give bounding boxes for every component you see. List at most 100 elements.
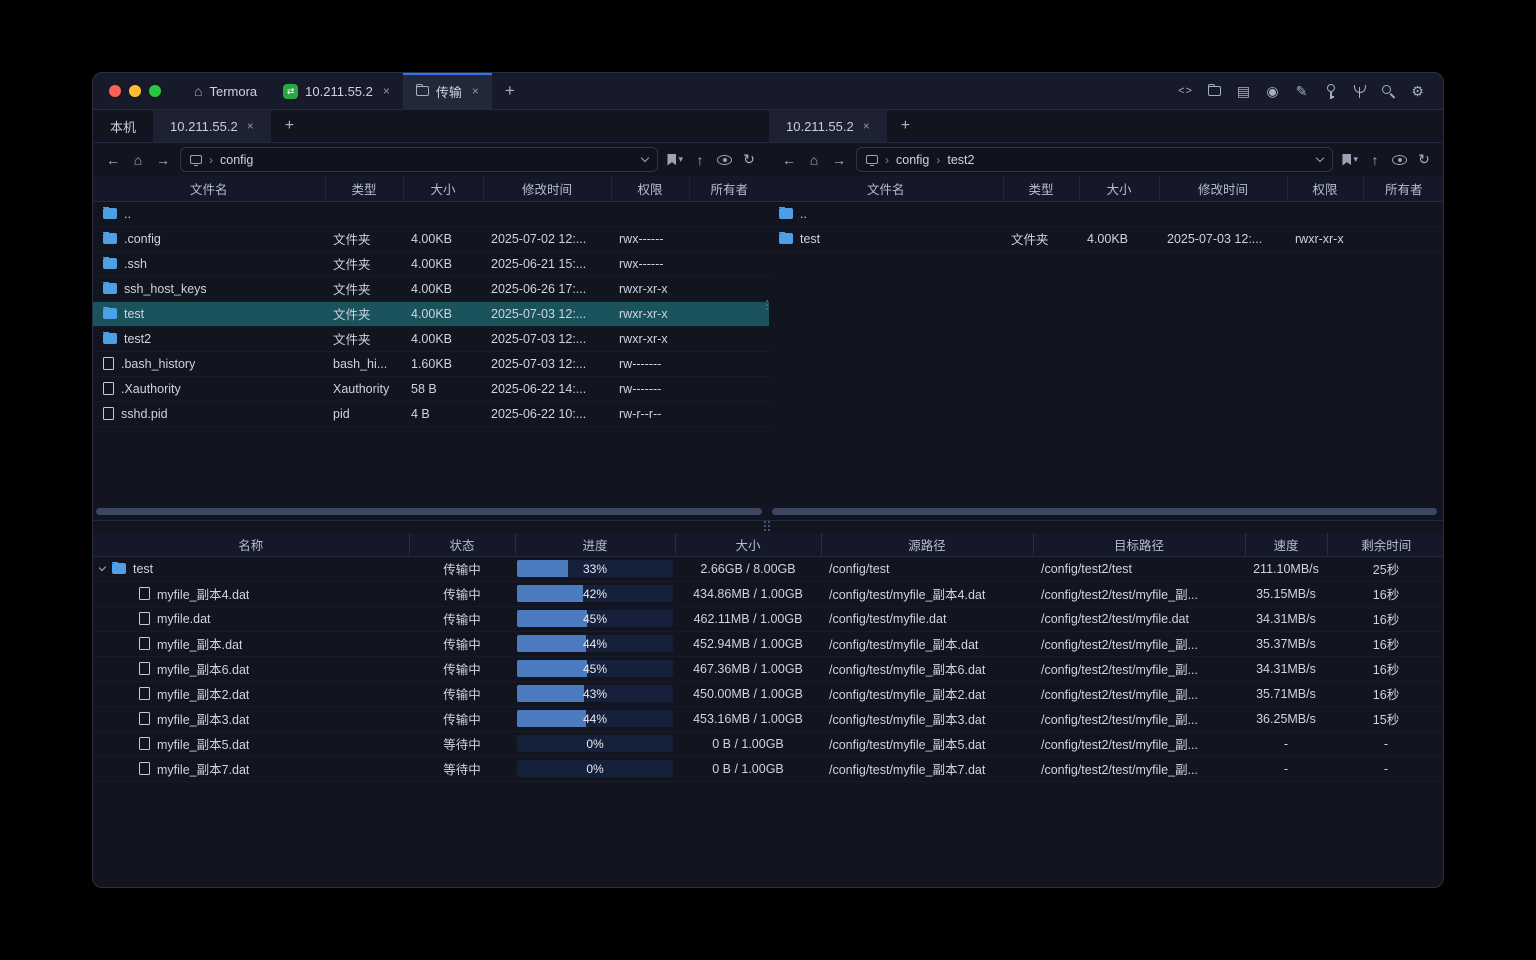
refresh-button[interactable]: ↻ [741, 151, 757, 168]
new-tab-button[interactable]: + [271, 110, 308, 142]
column-header-owner[interactable]: 所有者 [689, 176, 769, 201]
tab-termora[interactable]: ⌂ Termora [181, 73, 270, 109]
tab-ssh-host[interactable]: ⇄ 10.211.55.2 × [270, 73, 403, 109]
upload-button[interactable]: ↑ [1367, 152, 1383, 168]
column-header-name[interactable]: 名称 [93, 533, 409, 556]
breadcrumb-segment[interactable]: config [896, 153, 929, 167]
transfer-row[interactable]: myfile_副本.dat 传输中 44% 452.94MB / 1.00GB … [93, 631, 1443, 656]
file-row[interactable]: .Xauthority Xauthority 58 B 2025-06-22 1… [93, 376, 769, 401]
transfer-row[interactable]: myfile.dat 传输中 45% 462.11MB / 1.00GB /co… [93, 606, 1443, 631]
column-header-eta[interactable]: 剩余时间 [1327, 533, 1443, 556]
back-button[interactable]: ← [105, 152, 121, 168]
horizontal-scrollbar[interactable] [772, 508, 1437, 515]
file-row[interactable]: .bash_history bash_hi... 1.60KB 2025-07-… [93, 351, 769, 376]
tab-transfer[interactable]: 传输 × [403, 73, 492, 109]
tab-remote-host[interactable]: 10.211.55.2 × [153, 110, 271, 142]
column-header-size[interactable]: 大小 [1079, 176, 1159, 201]
new-tab-button[interactable]: + [492, 73, 528, 109]
file-row[interactable]: sshd.pid pid 4 B 2025-06-22 10:... rw-r-… [93, 401, 769, 426]
transfer-status: 传输中 [409, 706, 515, 731]
new-tab-button[interactable]: + [887, 110, 924, 142]
transfer-splitter[interactable] [93, 520, 1443, 533]
home-button[interactable]: ⌂ [806, 152, 822, 168]
column-header-perm[interactable]: 权限 [1287, 176, 1363, 201]
file-row-selected[interactable]: test 文件夹 4.00KB 2025-07-03 12:... rwxr-x… [93, 301, 769, 326]
branch-icon[interactable] [1350, 82, 1369, 101]
transfer-row[interactable]: myfile_副本6.dat 传输中 45% 467.36MB / 1.00GB… [93, 656, 1443, 681]
file-owner [689, 301, 769, 326]
record-icon[interactable]: ◉ [1263, 82, 1282, 101]
path-breadcrumb[interactable]: › config [180, 147, 658, 172]
file-row[interactable]: test 文件夹 4.00KB 2025-07-03 12:... rwxr-x… [769, 226, 1444, 251]
file-row[interactable]: .config 文件夹 4.00KB 2025-07-02 12:... rwx… [93, 226, 769, 251]
progress-bar: 44% [517, 710, 673, 727]
transfer-row[interactable]: myfile_副本3.dat 传输中 44% 453.16MB / 1.00GB… [93, 706, 1443, 731]
scrollbar-thumb[interactable] [772, 508, 1437, 515]
column-header-target[interactable]: 目标路径 [1033, 533, 1245, 556]
transfer-row[interactable]: myfile_副本7.dat 等待中 0% 0 B / 1.00GB /conf… [93, 756, 1443, 781]
forward-button[interactable]: → [831, 152, 847, 168]
bookmark-button[interactable]: ▾ [1342, 154, 1358, 166]
home-button[interactable]: ⌂ [130, 152, 146, 168]
file-row[interactable]: .. [769, 201, 1444, 226]
refresh-button[interactable]: ↻ [1416, 151, 1432, 168]
key-icon[interactable] [1321, 82, 1340, 101]
settings-icon[interactable]: ⚙ [1408, 82, 1427, 101]
folder-icon[interactable] [1205, 82, 1224, 101]
zoom-window-button[interactable] [149, 85, 161, 97]
column-header-mtime[interactable]: 修改时间 [483, 176, 611, 201]
close-tab-icon[interactable]: × [383, 84, 390, 98]
tab-remote-host[interactable]: 10.211.55.2 × [769, 110, 887, 142]
forward-button[interactable]: → [155, 152, 171, 168]
path-dropdown-icon[interactable] [1317, 158, 1323, 161]
show-hidden-toggle[interactable] [717, 155, 732, 165]
show-hidden-toggle[interactable] [1392, 155, 1407, 165]
column-header-type[interactable]: 类型 [325, 176, 403, 201]
expand-chevron-icon[interactable] [99, 563, 106, 571]
horizontal-scrollbar[interactable] [96, 508, 762, 515]
back-button[interactable]: ← [781, 152, 797, 168]
transfer-target-path: /config/test2/test/myfile_副... [1033, 656, 1245, 681]
close-window-button[interactable] [109, 85, 121, 97]
path-dropdown-icon[interactable] [642, 158, 648, 161]
file-row[interactable]: .. [93, 201, 769, 226]
bookmark-button[interactable]: ▾ [667, 154, 683, 166]
transfer-row[interactable]: myfile_副本4.dat 传输中 42% 434.86MB / 1.00GB… [93, 581, 1443, 606]
column-header-filename[interactable]: 文件名 [769, 176, 1003, 201]
scrollbar-thumb[interactable] [96, 508, 762, 515]
code-icon[interactable]: <> [1176, 82, 1195, 101]
column-header-size[interactable]: 大小 [675, 533, 821, 556]
column-header-owner[interactable]: 所有者 [1363, 176, 1444, 201]
file-row[interactable]: test2 文件夹 4.00KB 2025-07-03 12:... rwxr-… [93, 326, 769, 351]
upload-button[interactable]: ↑ [692, 152, 708, 168]
close-tab-icon[interactable]: × [247, 119, 254, 133]
log-icon[interactable]: ▤ [1234, 82, 1253, 101]
column-header-filename[interactable]: 文件名 [93, 176, 325, 201]
transfer-status: 等待中 [409, 756, 515, 781]
search-icon[interactable] [1379, 82, 1398, 101]
breadcrumb-segment[interactable]: config [220, 153, 253, 167]
path-breadcrumb[interactable]: › config › test2 [856, 147, 1333, 172]
column-header-size[interactable]: 大小 [403, 176, 483, 201]
transfer-size: 0 B / 1.00GB [675, 756, 821, 781]
transfer-row[interactable]: test 传输中 33% 2.66GB / 8.00GB /config/tes… [93, 556, 1443, 581]
file-perm: rwx------ [611, 226, 689, 251]
column-header-mtime[interactable]: 修改时间 [1159, 176, 1287, 201]
column-header-perm[interactable]: 权限 [611, 176, 689, 201]
minimize-window-button[interactable] [129, 85, 141, 97]
tab-local[interactable]: 本机 [93, 110, 153, 142]
edit-icon[interactable]: ✎ [1292, 82, 1311, 101]
column-header-speed[interactable]: 速度 [1245, 533, 1327, 556]
transfer-row[interactable]: myfile_副本2.dat 传输中 43% 450.00MB / 1.00GB… [93, 681, 1443, 706]
close-tab-icon[interactable]: × [472, 84, 479, 98]
close-tab-icon[interactable]: × [863, 119, 870, 133]
file-row[interactable]: ssh_host_keys 文件夹 4.00KB 2025-06-26 17:.… [93, 276, 769, 301]
file-size: 4.00KB [403, 226, 483, 251]
breadcrumb-segment[interactable]: test2 [947, 153, 974, 167]
column-header-source[interactable]: 源路径 [821, 533, 1033, 556]
column-header-status[interactable]: 状态 [409, 533, 515, 556]
column-header-type[interactable]: 类型 [1003, 176, 1079, 201]
column-header-progress[interactable]: 进度 [515, 533, 675, 556]
file-row[interactable]: .ssh 文件夹 4.00KB 2025-06-21 15:... rwx---… [93, 251, 769, 276]
transfer-row[interactable]: myfile_副本5.dat 等待中 0% 0 B / 1.00GB /conf… [93, 731, 1443, 756]
